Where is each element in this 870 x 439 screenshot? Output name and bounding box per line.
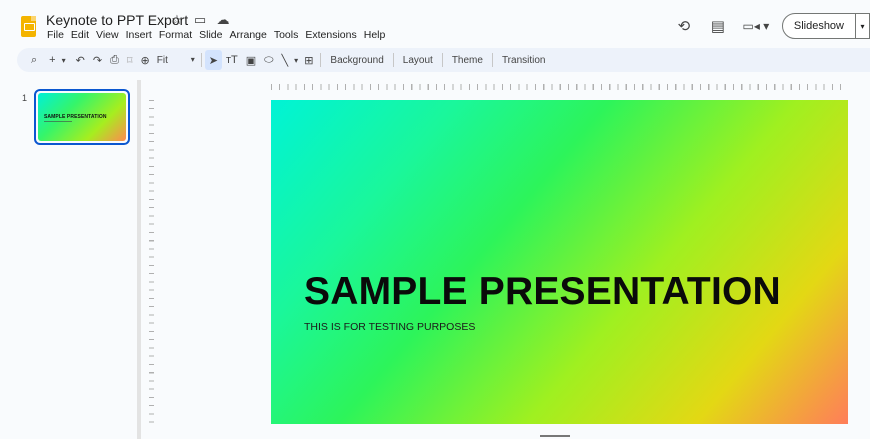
search-menus-icon[interactable]: ⌕: [27, 50, 41, 70]
print-icon[interactable]: ⎙: [106, 50, 123, 70]
move-folder-icon[interactable]: ▭: [193, 12, 207, 28]
speaker-notes-handle[interactable]: [540, 435, 570, 437]
toolbar-divider: [441, 53, 443, 67]
current-slide[interactable]: SAMPLE PRESENTATION THIS IS FOR TESTING …: [271, 100, 848, 424]
menu-help[interactable]: Help: [364, 29, 386, 41]
menu-view[interactable]: View: [96, 29, 119, 41]
toolbar-divider: [491, 53, 493, 67]
thumbnail-preview: SAMPLE PRESENTATION: [38, 93, 126, 141]
slides-logo-icon[interactable]: [21, 16, 36, 37]
slideshow-button[interactable]: Slideshow: [781, 13, 856, 39]
line-icon[interactable]: ╲: [278, 50, 293, 70]
menu-bar: File Edit View Insert Format Slide Arran…: [47, 29, 392, 41]
document-title[interactable]: Keynote to PPT Export: [46, 12, 188, 28]
paint-format-icon[interactable]: ⌑: [123, 50, 137, 70]
layout-button[interactable]: Layout: [397, 55, 439, 66]
header-right-tools: ⟲ ▤ ▭◂ ▾ Slideshow ▾: [670, 12, 870, 40]
slideshow-dropdown-icon[interactable]: ▾: [856, 13, 870, 39]
vertical-ruler[interactable]: [147, 100, 155, 424]
title-actions: ☆ ▭ ☁: [170, 12, 230, 28]
slide-number: 1: [22, 93, 28, 103]
star-icon[interactable]: ☆: [170, 12, 184, 28]
zoom-icon[interactable]: ⊕: [137, 50, 154, 70]
menu-file[interactable]: File: [47, 29, 64, 41]
slide-thumbnail[interactable]: SAMPLE PRESENTATION: [34, 89, 130, 145]
zoom-value: Fit: [156, 54, 168, 66]
menu-format[interactable]: Format: [159, 29, 192, 41]
toolbar-divider: [200, 53, 202, 67]
toolbar: ⌕ + ▾ ↶ ↷ ⎙ ⌑ ⊕ Fit ▾ ➤ ᴛT ▣ ⬭ ╲ ▾ ⊞ Bac…: [17, 48, 870, 72]
cloud-status-icon[interactable]: ☁: [216, 12, 230, 28]
zoom-select[interactable]: Fit ▾: [154, 55, 198, 66]
menu-extensions[interactable]: Extensions: [305, 29, 356, 41]
menu-slide[interactable]: Slide: [199, 29, 222, 41]
theme-button[interactable]: Theme: [446, 55, 489, 66]
menu-insert[interactable]: Insert: [126, 29, 152, 41]
insert-image-icon[interactable]: ▣: [242, 50, 260, 70]
header: Keynote to PPT Export ☆ ▭ ☁ File Edit Vi…: [0, 0, 870, 46]
new-slide-icon[interactable]: +: [45, 50, 59, 70]
menu-arrange[interactable]: Arrange: [229, 29, 266, 41]
add-comment-icon[interactable]: ⊞: [300, 50, 317, 70]
new-slide-dropdown-icon[interactable]: ▾: [60, 50, 68, 70]
slide-subtitle-text[interactable]: THIS IS FOR TESTING PURPOSES: [304, 321, 475, 333]
thumbnail-subtitle-line: [44, 121, 72, 122]
menu-tools[interactable]: Tools: [274, 29, 299, 41]
toolbar-divider: [320, 53, 322, 67]
redo-icon[interactable]: ↷: [89, 50, 106, 70]
meet-camera-icon[interactable]: ▭◂ ▾: [738, 12, 774, 40]
menu-edit[interactable]: Edit: [71, 29, 89, 41]
zoom-dropdown-icon: ▾: [190, 54, 195, 64]
undo-icon[interactable]: ↶: [72, 50, 89, 70]
horizontal-ruler[interactable]: [271, 81, 848, 92]
select-tool-icon[interactable]: ➤: [204, 50, 222, 70]
slide-title-text[interactable]: SAMPLE PRESENTATION: [304, 270, 781, 314]
line-dropdown-icon[interactable]: ▾: [292, 50, 300, 70]
comments-icon[interactable]: ▤: [704, 12, 732, 40]
filmstrip-panel: 1 SAMPLE PRESENTATION: [0, 80, 137, 439]
version-history-icon[interactable]: ⟲: [670, 12, 698, 40]
thumbnail-title: SAMPLE PRESENTATION: [44, 114, 107, 120]
transition-button[interactable]: Transition: [496, 55, 552, 66]
toolbar-divider: [392, 53, 394, 67]
shape-icon[interactable]: ⬭: [260, 50, 277, 70]
text-box-icon[interactable]: ᴛT: [222, 50, 242, 70]
background-button[interactable]: Background: [324, 55, 389, 66]
